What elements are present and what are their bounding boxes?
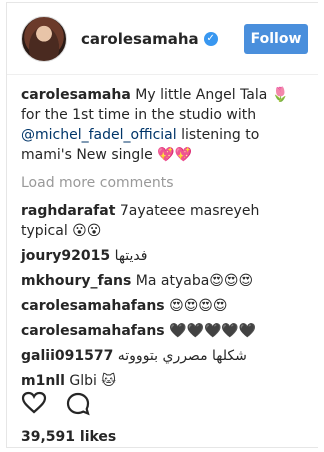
- comment-row: joury92015 فديتها: [21, 244, 308, 269]
- instagram-post: carolesamaha ✓ Follow carolesamaha My li…: [6, 2, 318, 448]
- load-more-comments[interactable]: Load more comments: [21, 173, 308, 193]
- comment-username[interactable]: joury92015: [21, 248, 110, 264]
- comments-area: carolesamaha My little Angel Tala 🌷 for …: [7, 75, 318, 394]
- comment-row: galii091577 شكلها مصرري بتوووته: [21, 344, 308, 369]
- caption: carolesamaha My little Angel Tala 🌷 for …: [21, 85, 308, 165]
- verified-icon: ✓: [203, 31, 218, 46]
- post-header: carolesamaha ✓ Follow: [7, 3, 318, 75]
- comment-username[interactable]: raghdarafat: [21, 203, 115, 219]
- comment-row: mkhoury_fans Ma atyaba😍😍😍: [21, 269, 308, 294]
- comment-text: فديتها: [114, 248, 148, 264]
- comment-username[interactable]: mkhoury_fans: [21, 273, 131, 289]
- comment-username[interactable]: carolesamahafans: [21, 298, 165, 314]
- follow-button[interactable]: Follow: [244, 23, 308, 54]
- like-heart-icon[interactable]: [21, 391, 47, 421]
- comment-row: carolesamahafans 😍😍😍😍: [21, 294, 308, 319]
- hearts-emoji: 💖💖: [157, 147, 193, 163]
- comment-username[interactable]: carolesamahafans: [21, 323, 165, 339]
- caption-username[interactable]: carolesamaha: [21, 87, 131, 103]
- comment-row: carolesamahafans 🖤🖤🖤🖤🖤: [21, 319, 308, 344]
- comment-text: 🖤🖤🖤🖤🖤: [169, 323, 257, 339]
- comment-text: Glbi 🐱: [69, 373, 116, 389]
- mention-link[interactable]: @michel_fadel_official: [21, 127, 177, 143]
- comment-username[interactable]: m1nll: [21, 373, 65, 389]
- caption-text-2: for the 1st time in the studio with: [21, 107, 257, 123]
- likes-count[interactable]: 39,591 likes: [21, 429, 116, 445]
- comment-text: شكلها مصرري بتوووته: [117, 348, 247, 364]
- comment-bubble-icon[interactable]: [65, 391, 91, 421]
- comment-text: Ma atyaba😍😍😍: [135, 273, 254, 289]
- comment-text: 😍😍😍😍: [169, 298, 228, 314]
- action-bar: [21, 391, 91, 421]
- tulip-emoji: 🌷: [271, 87, 290, 103]
- caption-text-1: My little Angel Tala: [135, 87, 272, 103]
- avatar[interactable]: [21, 15, 67, 62]
- comment-row: raghdarafat 7ayateee masreyeh typical 😮😮: [21, 199, 308, 244]
- comment-username[interactable]: galii091577: [21, 348, 113, 364]
- header-username[interactable]: carolesamaha: [81, 30, 199, 48]
